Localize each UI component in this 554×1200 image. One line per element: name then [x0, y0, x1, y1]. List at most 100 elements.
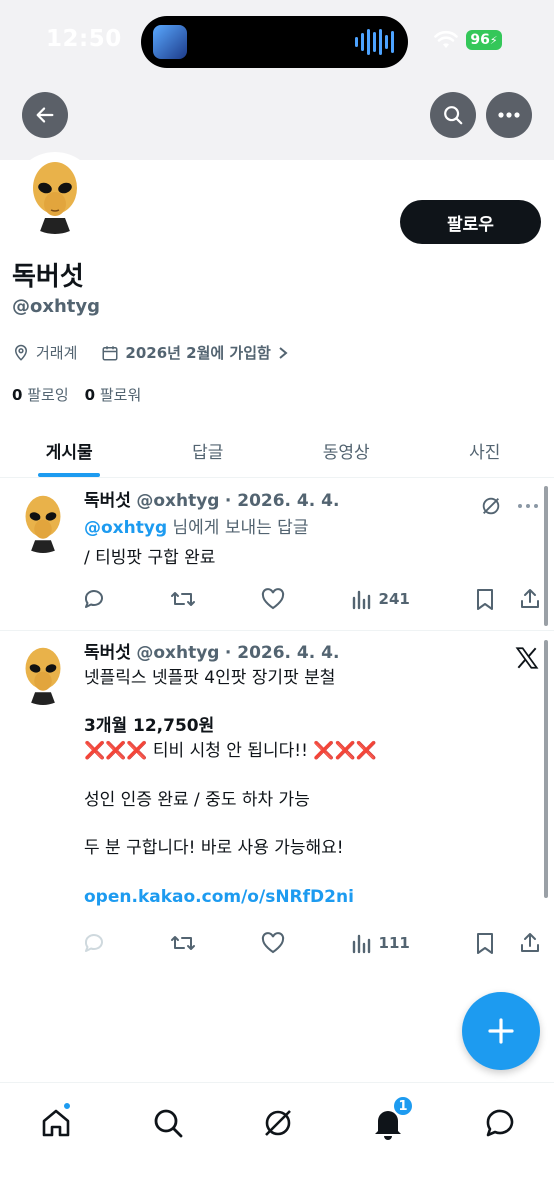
grok-icon: [265, 1110, 291, 1136]
chat-bubble-icon: [486, 1109, 514, 1137]
follow-counts: 0 팔로잉 0 팔로워: [12, 384, 141, 405]
post-author-handle[interactable]: @oxhtyg: [136, 491, 219, 511]
now-playing-app-icon: [153, 25, 187, 59]
post-text-line: 두 분 구합니다! 바로 사용 가능해요!: [84, 838, 344, 859]
tab-posts[interactable]: 게시물: [0, 424, 139, 477]
profile-handle: @oxhtyg: [12, 296, 101, 317]
calendar-icon: [102, 345, 118, 360]
followers-label: 팔로워: [99, 386, 142, 404]
cross-mark-icon: ❌❌❌: [84, 740, 148, 761]
bottom-navigation: 1: [0, 1082, 554, 1200]
view-count: 111: [378, 934, 410, 952]
home-icon: [42, 1109, 70, 1137]
post-link[interactable]: open.kakao.com/o/sNRfD2ni: [84, 885, 524, 910]
post-text: / 티빙팟 구합 완료: [84, 548, 216, 569]
tab-videos[interactable]: 동영상: [277, 424, 416, 477]
heart-icon: [262, 588, 285, 610]
location-pin-icon: [14, 344, 28, 361]
reply-context: @oxhtyg 님에게 보내는 답글: [84, 516, 524, 541]
bookmark-button[interactable]: [474, 931, 496, 955]
profile-display-name: 독버섯: [12, 262, 84, 292]
tab-photos[interactable]: 사진: [416, 424, 554, 477]
post-header: 독버섯 @oxhtyg · 2026. 4. 4.: [84, 489, 524, 514]
post-header: 독버섯 @oxhtyg · 2026. 4. 4.: [84, 641, 524, 666]
bookmark-icon: [477, 589, 493, 610]
audio-wave-icon: [355, 28, 394, 56]
bookmark-icon: [477, 933, 493, 954]
more-options-button[interactable]: [486, 92, 532, 138]
post-actions: 241: [82, 587, 542, 611]
search-icon: [154, 1109, 183, 1138]
scrollbar[interactable]: [544, 486, 548, 626]
reply-button[interactable]: [82, 931, 106, 955]
reply-icon: [84, 590, 103, 608]
post-text-line: 넷플릭스 넷플팟 4인팟 장기팟 분철: [84, 667, 336, 688]
post-author-avatar[interactable]: [12, 491, 74, 553]
bookmark-button[interactable]: [474, 587, 496, 611]
repost-button[interactable]: [170, 587, 196, 611]
back-button[interactable]: [22, 92, 68, 138]
profile-location: 거래계: [36, 344, 78, 362]
plus-icon: [488, 1018, 514, 1044]
post-item[interactable]: 독버섯 @oxhtyg · 2026. 4. 4. @oxhtyg 님에게 보내…: [0, 479, 554, 631]
battery-indicator: 96 ⚡: [466, 30, 502, 50]
share-button[interactable]: [518, 931, 542, 955]
arrow-left-icon: [36, 107, 54, 123]
search-button[interactable]: [430, 92, 476, 138]
views-button[interactable]: 111: [351, 932, 410, 954]
nav-grok[interactable]: [256, 1101, 300, 1145]
heart-icon: [262, 932, 285, 954]
post-more-icon[interactable]: [516, 495, 540, 521]
status-time: 12:50: [46, 26, 122, 52]
post-author-name[interactable]: 독버섯: [84, 491, 131, 511]
post-actions: 111: [82, 931, 542, 955]
post-text-line: 3개월 12,750원: [84, 716, 215, 737]
nav-home[interactable]: [34, 1101, 78, 1145]
profile-joined[interactable]: 2026년 2월에 가입함: [125, 342, 270, 363]
dynamic-island: [141, 16, 408, 68]
compose-post-button[interactable]: [462, 992, 540, 1070]
nav-messages[interactable]: [478, 1101, 522, 1145]
post-author-name[interactable]: 독버섯: [84, 643, 131, 663]
profile-meta: 거래계 2026년 2월에 가입함: [12, 342, 289, 363]
repost-button[interactable]: [170, 931, 196, 955]
reply-to-suffix: 님에게 보내는 답글: [167, 517, 309, 538]
views-button[interactable]: 241: [351, 588, 410, 610]
profile-tabs: 게시물 답글 동영상 사진: [0, 424, 554, 478]
unread-dot: [62, 1101, 72, 1111]
post-text-line: 성인 인증 완료 / 중도 하차 가능: [84, 789, 310, 810]
post-text-line: ❌❌❌ 티비 시청 안 됩니다!! ❌❌❌: [84, 739, 524, 764]
bar-chart-icon: [352, 590, 370, 610]
post-content: 독버섯 @oxhtyg · 2026. 4. 4. 넷플릭스 넷플팟 4인팟 장…: [84, 641, 524, 909]
follow-button[interactable]: 팔로우: [400, 200, 541, 244]
like-button[interactable]: [260, 587, 286, 611]
following-link[interactable]: 0 팔로잉: [12, 384, 69, 405]
reply-icon: [84, 934, 103, 952]
post-author-handle[interactable]: @oxhtyg: [136, 643, 219, 663]
notification-badge: 1: [392, 1095, 414, 1117]
nav-notifications[interactable]: 1: [366, 1095, 414, 1145]
post-author-avatar[interactable]: [12, 643, 74, 705]
scrollbar[interactable]: [544, 640, 548, 898]
nav-explore[interactable]: [146, 1101, 190, 1145]
post-date: · 2026. 4. 4.: [224, 491, 340, 511]
following-label: 팔로잉: [27, 386, 69, 404]
reply-button[interactable]: [82, 587, 106, 611]
grok-icon[interactable]: [480, 495, 502, 521]
post-item[interactable]: 독버섯 @oxhtyg · 2026. 4. 4. 넷플릭스 넷플팟 4인팟 장…: [0, 631, 554, 981]
tab-replies[interactable]: 답글: [139, 424, 278, 477]
following-count: 0: [12, 386, 23, 404]
followers-link[interactable]: 0 팔로워: [85, 384, 142, 405]
reply-to-handle[interactable]: @oxhtyg: [84, 518, 167, 538]
chevron-right-icon: [279, 346, 288, 359]
ellipsis-icon: [498, 112, 520, 118]
like-button[interactable]: [260, 931, 286, 955]
share-button[interactable]: [518, 587, 542, 611]
bar-chart-icon: [352, 934, 370, 954]
share-icon: [521, 589, 539, 608]
battery-level: 96: [470, 32, 490, 48]
profile-avatar[interactable]: [12, 152, 98, 238]
post-warning-text: 티비 시청 안 됩니다!!: [147, 740, 314, 761]
post-date: · 2026. 4. 4.: [224, 643, 340, 663]
cross-mark-icon: ❌❌❌: [313, 740, 377, 761]
